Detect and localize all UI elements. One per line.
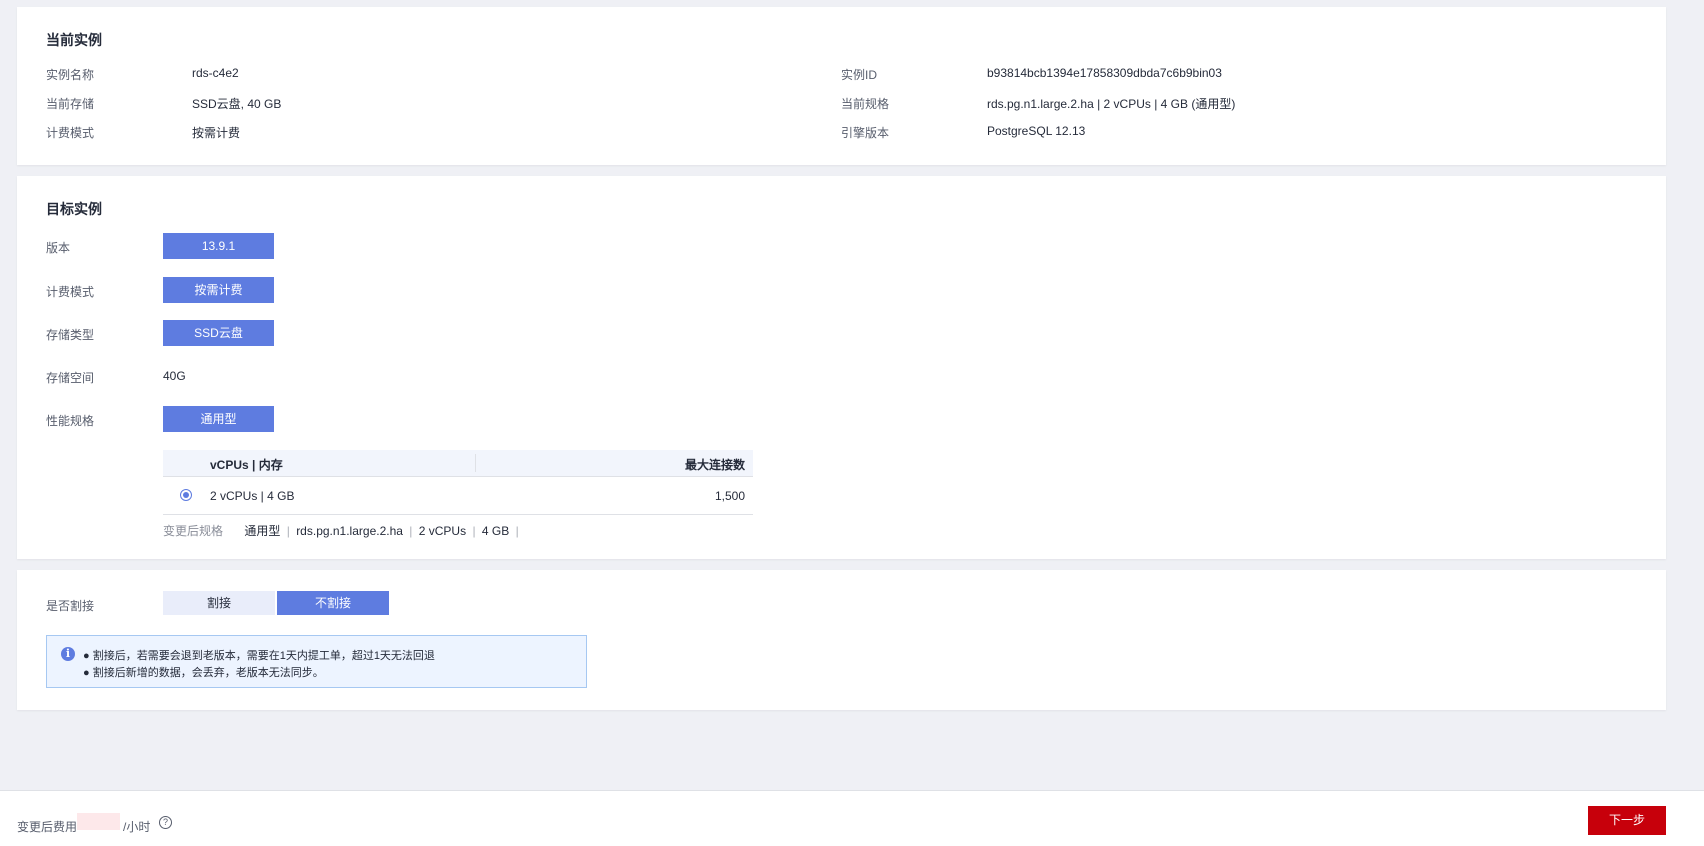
version-label: 版本 bbox=[46, 241, 71, 255]
engine-version-value: PostgreSQL 12.13 bbox=[987, 124, 1086, 138]
spec-table-header: vCPUs | 内存 最大连接数 bbox=[163, 450, 753, 477]
price-unit: /小时 bbox=[123, 820, 151, 834]
cutover-option-button[interactable]: 割接 bbox=[163, 591, 275, 615]
price-value bbox=[77, 813, 120, 830]
billing-mode-label: 计费模式 bbox=[46, 126, 95, 140]
cost-label: 变更后费用 bbox=[17, 820, 78, 834]
separator: | bbox=[409, 524, 413, 538]
after-change-spec: 变更后规格 通用型 | rds.pg.n1.large.2.ha | 2 vCP… bbox=[163, 522, 522, 539]
target-instance-card: 目标实例 版本 13.9.1 计费模式 按需计费 存储类型 SSD云盘 存储空间… bbox=[17, 176, 1666, 559]
current-storage-value: SSD云盘, 40 GB bbox=[192, 97, 282, 111]
current-spec-value: rds.pg.n1.large.2.ha | 2 vCPUs | 4 GB (通… bbox=[987, 97, 1236, 111]
after-spec-mem: 4 GB bbox=[481, 524, 510, 538]
notice-line-2: ● 割接后新增的数据，会丢弃，老版本无法同步。 bbox=[83, 667, 324, 679]
spec-cell: 2 vCPUs | 4 GB bbox=[210, 489, 295, 503]
spec-column-header: vCPUs | 内存 bbox=[210, 458, 283, 472]
current-instance-card: 当前实例 实例名称 rds-c4e2 实例ID b93814bcb1394e17… bbox=[17, 7, 1666, 165]
info-icon: i bbox=[61, 647, 75, 661]
max-conn-column-header: 最大连接数 bbox=[684, 458, 745, 472]
cutover-notice: i ● 割接后，若需要会退到老版本，需要在1天内提工单，超过1天无法回退 ● 割… bbox=[46, 635, 587, 688]
storage-space-value: 40G bbox=[163, 369, 186, 383]
current-storage-label: 当前存储 bbox=[46, 97, 95, 111]
next-step-button[interactable]: 下一步 bbox=[1588, 806, 1666, 835]
max-conn-cell: 1,500 bbox=[714, 489, 745, 503]
version-option-button[interactable]: 13.9.1 bbox=[163, 233, 274, 259]
billing-option-button[interactable]: 按需计费 bbox=[163, 277, 274, 303]
cutover-label: 是否割接 bbox=[46, 599, 95, 613]
storage-space-label: 存储空间 bbox=[46, 371, 95, 385]
instance-id-label: 实例ID bbox=[841, 68, 878, 82]
after-spec-type: 通用型 bbox=[244, 524, 281, 538]
perf-spec-label: 性能规格 bbox=[46, 414, 95, 428]
target-instance-title: 目标实例 bbox=[46, 201, 102, 217]
current-instance-title: 当前实例 bbox=[46, 32, 102, 48]
after-spec-label: 变更后规格 bbox=[163, 524, 224, 538]
after-spec-cpu: 2 vCPUs bbox=[418, 524, 467, 538]
notice-line-1: ● 割接后，若需要会退到老版本，需要在1天内提工单，超过1天无法回退 bbox=[83, 650, 435, 662]
help-circle-icon[interactable]: ? bbox=[159, 816, 172, 829]
instance-id-value: b93814bcb1394e17858309dbda7c6b9bin03 bbox=[987, 66, 1222, 80]
instance-name-value: rds-c4e2 bbox=[192, 66, 239, 80]
storage-type-label: 存储类型 bbox=[46, 328, 95, 342]
no-cutover-option-button[interactable]: 不割接 bbox=[277, 591, 389, 615]
engine-version-label: 引擎版本 bbox=[841, 126, 890, 140]
cutover-card: 是否割接 割接 不割接 i ● 割接后，若需要会退到老版本，需要在1天内提工单，… bbox=[17, 570, 1666, 710]
spec-table: vCPUs | 内存 最大连接数 2 vCPUs | 4 GB 1,500 bbox=[163, 450, 753, 515]
separator: | bbox=[515, 524, 519, 538]
column-divider bbox=[475, 454, 476, 472]
spec-radio-selected[interactable] bbox=[180, 489, 192, 501]
storage-type-option-button[interactable]: SSD云盘 bbox=[163, 320, 274, 346]
separator: | bbox=[286, 524, 290, 538]
billing-mode-value: 按需计费 bbox=[192, 126, 241, 140]
separator: | bbox=[472, 524, 476, 538]
perf-spec-option-button[interactable]: 通用型 bbox=[163, 406, 274, 432]
table-row[interactable]: 2 vCPUs | 4 GB 1,500 bbox=[163, 477, 753, 515]
after-spec-flavor: rds.pg.n1.large.2.ha bbox=[296, 524, 403, 538]
footer-bar: 变更后费用 /小时 ? 下一步 bbox=[0, 790, 1704, 846]
current-spec-label: 当前规格 bbox=[841, 97, 890, 111]
target-billing-label: 计费模式 bbox=[46, 285, 95, 299]
instance-name-label: 实例名称 bbox=[46, 68, 95, 82]
